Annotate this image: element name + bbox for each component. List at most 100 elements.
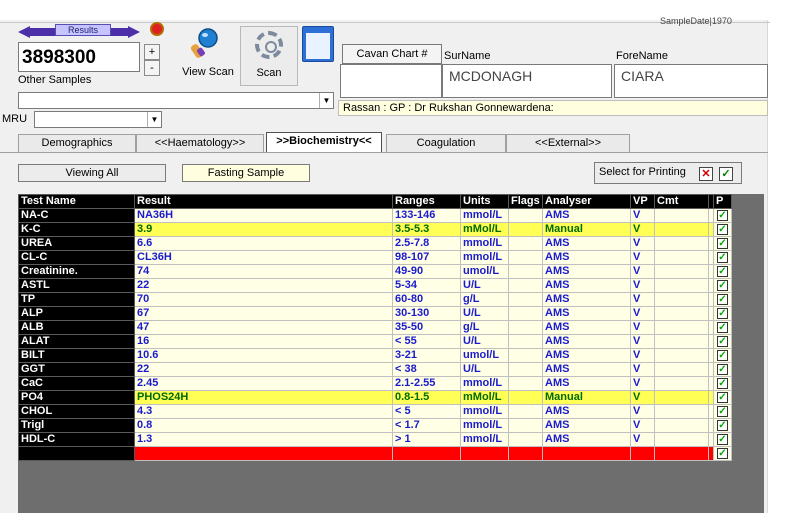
table-row[interactable]: ALAT 16 < 55 U/L AMS V ✓ xyxy=(18,334,732,349)
tab-demographics[interactable]: Demographics xyxy=(18,134,136,152)
comment-cell[interactable] xyxy=(654,306,709,321)
cavan-chart-field[interactable] xyxy=(340,64,442,98)
result-cell[interactable]: 2.45 xyxy=(134,376,393,391)
column-header[interactable]: Analyser xyxy=(542,194,631,209)
result-cell[interactable]: 3.9 xyxy=(134,222,393,237)
column-header[interactable]: Test Name xyxy=(18,194,135,209)
tab-external[interactable]: <<External>> xyxy=(506,134,630,152)
print-checkbox[interactable]: ✓ xyxy=(717,406,728,417)
column-header[interactable]: Flags xyxy=(508,194,543,209)
table-row[interactable]: NA-C NA36H 133-146 mmol/L AMS V ✓ xyxy=(18,208,732,223)
results-navigator[interactable]: Results xyxy=(18,24,148,38)
result-cell[interactable]: 67 xyxy=(134,306,393,321)
scan-button[interactable]: Scan xyxy=(240,26,298,86)
alert-record-icon[interactable] xyxy=(150,22,164,36)
print-checkbox[interactable]: ✓ xyxy=(717,294,728,305)
comment-cell[interactable] xyxy=(654,432,709,447)
tab-haematology[interactable]: <<Haematology>> xyxy=(136,134,264,152)
result-cell[interactable]: CL36H xyxy=(134,250,393,265)
mru-combo[interactable]: ▼ xyxy=(34,111,162,128)
result-cell[interactable]: NA36H xyxy=(134,208,393,223)
result-cell[interactable]: 74 xyxy=(134,264,393,279)
column-header[interactable]: Result xyxy=(134,194,393,209)
comment-cell[interactable] xyxy=(654,278,709,293)
result-cell[interactable]: 22 xyxy=(134,278,393,293)
print-checkbox[interactable]: ✓ xyxy=(717,434,728,445)
table-row[interactable]: HDL-C 1.3 > 1 mmol/L AMS V ✓ xyxy=(18,432,732,447)
cavan-chart-button[interactable]: Cavan Chart # xyxy=(342,44,442,64)
result-cell[interactable]: 4.3 xyxy=(134,404,393,419)
chevron-down-icon[interactable]: ▼ xyxy=(147,112,161,127)
comment-cell[interactable] xyxy=(654,376,709,391)
table-row[interactable]: PO4 PHOS24H 0.8-1.5 mMol/L Manual V ✓ xyxy=(18,390,732,405)
result-cell[interactable]: 0.8 xyxy=(134,418,393,433)
comment-cell[interactable] xyxy=(654,348,709,363)
table-row[interactable]: Trigl 0.8 < 1.7 mmol/L AMS V ✓ xyxy=(18,418,732,433)
tab-coagulation[interactable]: Coagulation xyxy=(386,134,506,152)
result-cell[interactable]: 47 xyxy=(134,320,393,335)
print-checkbox[interactable]: ✓ xyxy=(717,336,728,347)
result-cell[interactable]: PHOS24H xyxy=(134,390,393,405)
print-checkbox[interactable]: ✓ xyxy=(717,350,728,361)
tab-biochemistry[interactable]: >>Biochemistry<< xyxy=(266,132,382,152)
table-row[interactable]: Creatinine. 74 49-90 umol/L AMS V ✓ xyxy=(18,264,732,279)
comment-cell[interactable] xyxy=(654,334,709,349)
print-checkbox[interactable]: ✓ xyxy=(717,266,728,277)
notebook-icon[interactable] xyxy=(302,26,334,62)
table-row[interactable]: TP 70 60-80 g/L AMS V ✓ xyxy=(18,292,732,307)
table-row[interactable]: UREA 6.6 2.5-7.8 mmol/L AMS V ✓ xyxy=(18,236,732,251)
table-row[interactable]: CHOL 4.3 < 5 mmol/L AMS V ✓ xyxy=(18,404,732,419)
table-row[interactable]: ALP 67 30-130 U/L AMS V ✓ xyxy=(18,306,732,321)
comment-cell[interactable] xyxy=(654,404,709,419)
print-checkbox[interactable]: ✓ xyxy=(717,448,728,459)
table-row[interactable]: ALB 47 35-50 g/L AMS V ✓ xyxy=(18,320,732,335)
print-checkbox[interactable]: ✓ xyxy=(717,280,728,291)
table-row[interactable]: BILT 10.6 3-21 umol/L AMS V ✓ xyxy=(18,348,732,363)
comment-cell[interactable] xyxy=(654,390,709,405)
table-row[interactable]: K-C 3.9 3.5-5.3 mMol/L Manual V ✓ xyxy=(18,222,732,237)
next-result-arrow-icon[interactable] xyxy=(128,26,140,38)
comment-cell[interactable] xyxy=(654,446,709,461)
result-cell[interactable]: 70 xyxy=(134,292,393,307)
table-row[interactable]: CL-C CL36H 98-107 mmol/L AMS V ✓ xyxy=(18,250,732,265)
comment-cell[interactable] xyxy=(654,362,709,377)
table-row[interactable]: ✓ xyxy=(18,446,732,461)
forename-field[interactable]: CIARA xyxy=(614,64,768,98)
result-cell[interactable]: 1.3 xyxy=(134,432,393,447)
comment-cell[interactable] xyxy=(654,264,709,279)
comment-cell[interactable] xyxy=(654,292,709,307)
result-cell[interactable] xyxy=(134,446,393,461)
fasting-sample-indicator[interactable]: Fasting Sample xyxy=(182,164,310,182)
column-header[interactable]: Ranges xyxy=(392,194,461,209)
table-row[interactable]: CaC 2.45 2.1-2.55 mmol/L AMS V ✓ xyxy=(18,376,732,391)
column-header[interactable]: VP xyxy=(630,194,655,209)
column-header[interactable]: Cmt xyxy=(654,194,709,209)
comment-cell[interactable] xyxy=(654,222,709,237)
surname-field[interactable]: MCDONAGH xyxy=(442,64,612,98)
comment-cell[interactable] xyxy=(654,250,709,265)
print-checkbox[interactable]: ✓ xyxy=(717,364,728,375)
column-header[interactable]: P xyxy=(713,194,732,209)
result-cell[interactable]: 6.6 xyxy=(134,236,393,251)
result-cell[interactable]: 10.6 xyxy=(134,348,393,363)
view-scan-button[interactable]: View Scan xyxy=(174,26,236,86)
print-checkbox[interactable]: ✓ xyxy=(717,308,728,319)
table-row[interactable]: GGT 22 < 38 U/L AMS V ✓ xyxy=(18,362,732,377)
biochemistry-results-grid[interactable]: Test Name Result Ranges Units Flags Analyser V… xyxy=(18,194,764,513)
sample-number-field[interactable]: 3898300 xyxy=(18,42,140,72)
result-cell[interactable]: 16 xyxy=(134,334,393,349)
print-checkbox[interactable]: ✓ xyxy=(717,322,728,333)
print-checkbox[interactable]: ✓ xyxy=(717,378,728,389)
print-checkbox[interactable]: ✓ xyxy=(717,252,728,263)
select-all-print-checkbox[interactable]: ✓ xyxy=(719,167,733,181)
print-checkbox[interactable]: ✓ xyxy=(717,238,728,249)
table-row[interactable]: ASTL 22 5-34 U/L AMS V ✓ xyxy=(18,278,732,293)
print-checkbox[interactable]: ✓ xyxy=(717,224,728,235)
print-checkbox[interactable]: ✓ xyxy=(717,210,728,221)
viewing-all-button[interactable]: Viewing All xyxy=(18,164,166,182)
comment-cell[interactable] xyxy=(654,236,709,251)
print-checkbox[interactable]: ✓ xyxy=(717,420,728,431)
result-cell[interactable]: 22 xyxy=(134,362,393,377)
sample-increment-button[interactable]: + xyxy=(144,44,160,60)
sample-combo[interactable]: ▼ xyxy=(18,92,334,109)
